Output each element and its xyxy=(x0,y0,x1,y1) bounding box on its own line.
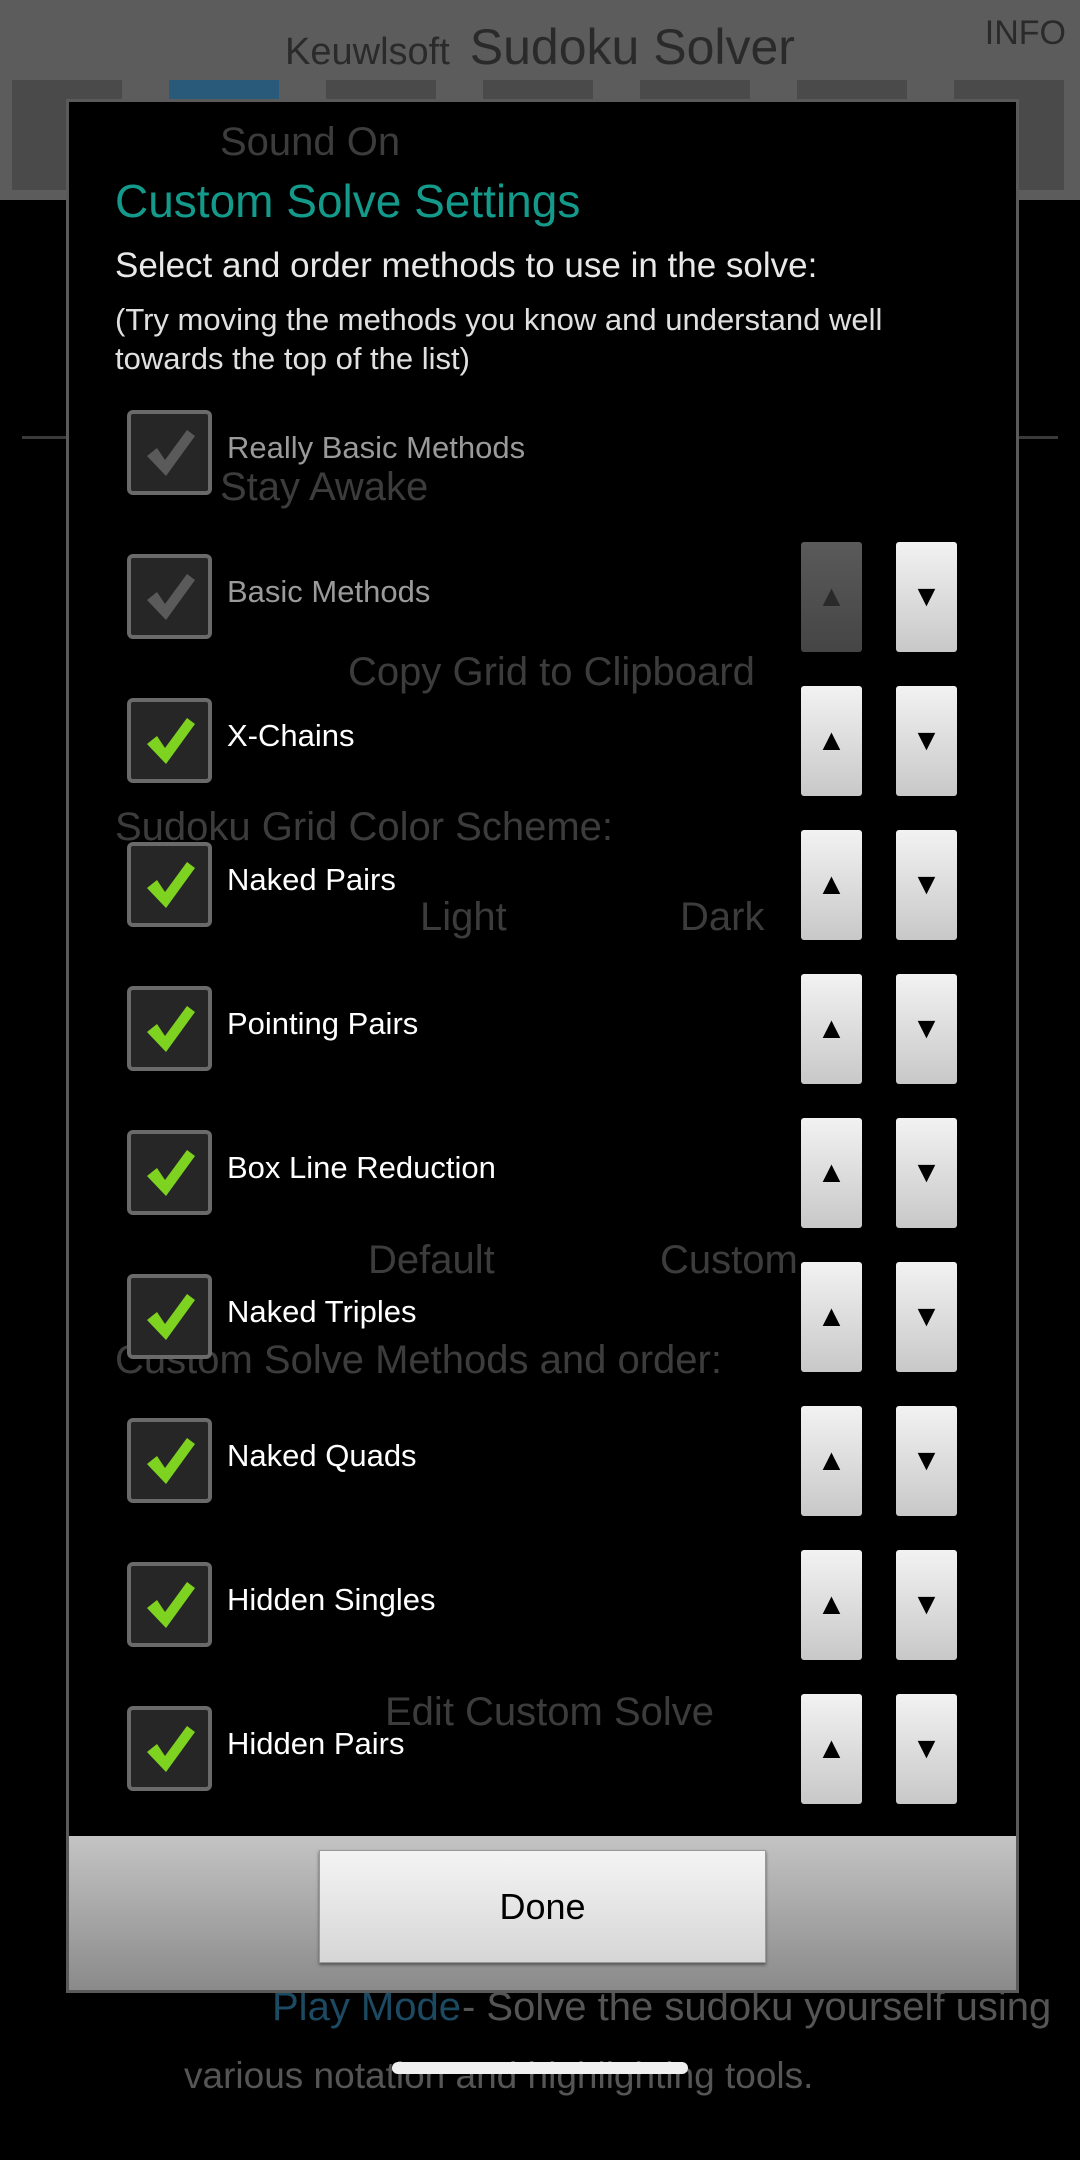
arrow-up-icon: ▲ xyxy=(816,868,847,901)
method-label: Basic Methods xyxy=(227,574,431,609)
move-down-button[interactable]: ▼ xyxy=(896,1262,957,1372)
arrow-down-icon: ▼ xyxy=(911,1012,942,1045)
checkmark-icon xyxy=(147,1582,195,1628)
arrow-up-icon: ▲ xyxy=(816,580,847,613)
home-indicator[interactable] xyxy=(392,2062,688,2074)
method-checkbox[interactable] xyxy=(127,1418,212,1503)
dialog-footer: Done xyxy=(69,1836,1016,1990)
method-checkbox[interactable] xyxy=(127,1274,212,1359)
method-checkbox[interactable] xyxy=(127,1130,212,1215)
arrow-up-icon: ▲ xyxy=(816,1300,847,1333)
arrow-up-icon: ▲ xyxy=(816,1588,847,1621)
checkmark-icon xyxy=(147,1438,195,1484)
method-row: Really Basic Methods xyxy=(69,380,1016,524)
arrow-up-icon: ▲ xyxy=(816,1444,847,1477)
move-up-button[interactable]: ▲ xyxy=(801,1262,862,1372)
move-up-button[interactable]: ▲ xyxy=(801,830,862,940)
done-button[interactable]: Done xyxy=(319,1850,766,1963)
arrow-down-icon: ▼ xyxy=(911,1588,942,1621)
app-brand: Keuwlsoft Sudoku Solver xyxy=(285,19,795,75)
method-row: Basic Methods ▲ ▼ xyxy=(69,524,1016,668)
move-up-button[interactable]: ▲ xyxy=(801,1406,862,1516)
method-checkbox xyxy=(127,410,212,495)
move-down-button[interactable]: ▼ xyxy=(896,1118,957,1228)
arrow-up-icon: ▲ xyxy=(816,1732,847,1765)
dialog-title: Custom Solve Settings xyxy=(115,175,581,227)
method-row: X-Chains ▲ ▼ xyxy=(69,668,1016,812)
custom-solve-settings-dialog: Custom Solve Settings Select and order m… xyxy=(66,99,1019,1993)
method-row: Pointing Pairs ▲ ▼ xyxy=(69,956,1016,1100)
move-up-button[interactable]: ▲ xyxy=(801,686,862,796)
move-up-button[interactable]: ▲ xyxy=(801,1550,862,1660)
method-label: Naked Quads xyxy=(227,1438,417,1473)
arrow-down-icon: ▼ xyxy=(911,1732,942,1765)
arrow-down-icon: ▼ xyxy=(911,1444,942,1477)
method-label: Box Line Reduction xyxy=(227,1150,496,1185)
arrow-up-icon: ▲ xyxy=(816,1156,847,1189)
move-up-button[interactable]: ▲ xyxy=(801,1694,862,1804)
method-checkbox[interactable] xyxy=(127,842,212,927)
move-down-button[interactable]: ▼ xyxy=(896,830,957,940)
checkmark-icon xyxy=(147,1294,195,1340)
method-checkbox[interactable] xyxy=(127,1706,212,1791)
checkmark-icon xyxy=(147,862,195,908)
method-label: X-Chains xyxy=(227,718,355,753)
method-label: Really Basic Methods xyxy=(227,430,526,465)
checkmark-icon xyxy=(147,574,195,620)
method-row: Naked Triples ▲ ▼ xyxy=(69,1244,1016,1388)
move-up-button[interactable]: ▲ xyxy=(801,974,862,1084)
arrow-down-icon: ▼ xyxy=(911,1156,942,1189)
method-label: Naked Pairs xyxy=(227,862,396,897)
dialog-hint: (Try moving the methods you know and und… xyxy=(115,302,883,376)
arrow-up-icon: ▲ xyxy=(816,724,847,757)
method-row: Hidden Pairs ▲ ▼ xyxy=(69,1676,1016,1820)
checkmark-icon xyxy=(147,1150,195,1196)
checkmark-icon xyxy=(147,1006,195,1052)
arrow-down-icon: ▼ xyxy=(911,1300,942,1333)
arrow-up-icon: ▲ xyxy=(816,1012,847,1045)
method-row: Box Line Reduction ▲ ▼ xyxy=(69,1100,1016,1244)
method-row: Naked Quads ▲ ▼ xyxy=(69,1388,1016,1532)
method-label: Pointing Pairs xyxy=(227,1006,419,1041)
method-label: Hidden Pairs xyxy=(227,1726,405,1761)
checkmark-icon xyxy=(147,430,195,476)
method-checkbox xyxy=(127,554,212,639)
move-down-button[interactable]: ▼ xyxy=(896,974,957,1084)
move-down-button[interactable]: ▼ xyxy=(896,1694,957,1804)
checkmark-icon xyxy=(147,1726,195,1772)
method-checkbox[interactable] xyxy=(127,698,212,783)
method-row: Hidden Singles ▲ ▼ xyxy=(69,1532,1016,1676)
method-checkbox[interactable] xyxy=(127,986,212,1071)
arrow-down-icon: ▼ xyxy=(911,868,942,901)
move-down-button[interactable]: ▼ xyxy=(896,686,957,796)
move-down-button[interactable]: ▼ xyxy=(896,542,957,652)
method-checkbox[interactable] xyxy=(127,1562,212,1647)
arrow-down-icon: ▼ xyxy=(911,724,942,757)
method-label: Naked Triples xyxy=(227,1294,417,1329)
move-down-button[interactable]: ▼ xyxy=(896,1406,957,1516)
dialog-subtitle: Select and order methods to use in the s… xyxy=(115,246,818,285)
method-row: Naked Pairs ▲ ▼ xyxy=(69,812,1016,956)
method-label: Hidden Singles xyxy=(227,1582,436,1617)
move-up-button[interactable]: ▲ xyxy=(801,1118,862,1228)
move-up-button: ▲ xyxy=(801,542,862,652)
move-down-button[interactable]: ▼ xyxy=(896,1550,957,1660)
info-button: INFO xyxy=(984,14,1066,52)
arrow-down-icon: ▼ xyxy=(911,580,942,613)
checkmark-icon xyxy=(147,718,195,764)
